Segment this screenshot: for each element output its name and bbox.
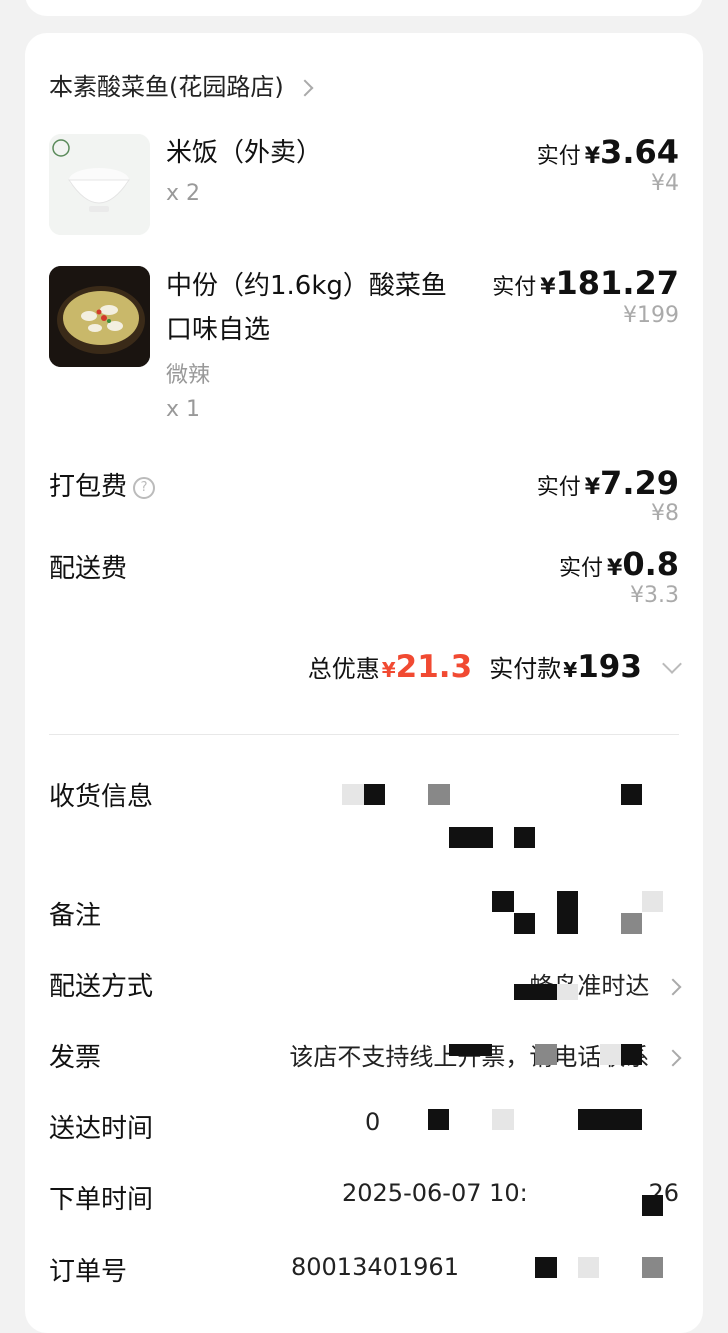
packing-fee-label: 打包费? <box>49 466 156 503</box>
shop-header[interactable]: 本素酸菜鱼(花园路店) <box>49 67 314 102</box>
rice-bowl-image <box>49 134 150 235</box>
order-detail-card: 本素酸菜鱼(花园路店) 米饭（外卖） x 2 实付 ¥3.64 ¥4 中份（约1… <box>25 33 703 1333</box>
order-time-value: 2025-06-07 10: <box>342 1179 528 1207</box>
delivery-fee-original: ¥3.3 <box>630 583 679 608</box>
item-quantity: x 2 <box>166 181 201 206</box>
item-paid-price: 实付 ¥3.64 <box>536 133 679 171</box>
order-number-value: 80013401961 <box>291 1253 459 1281</box>
order-number-label: 订单号 <box>49 1257 128 1287</box>
order-summary[interactable]: 总优惠 ¥21.3 实付款 ¥193 <box>308 649 682 685</box>
item-quantity: x 1 <box>166 397 201 422</box>
arrival-time-value: 0 <box>365 1108 381 1136</box>
item-name: 中份（约1.6kg）酸菜鱼 口味自选 <box>166 271 447 345</box>
shop-name: 本素酸菜鱼(花园路店) <box>49 73 284 101</box>
delivery-method-label: 配送方式 <box>49 972 154 1002</box>
item-original-price: ¥199 <box>623 303 679 328</box>
item-name: 米饭（外卖） <box>166 138 323 168</box>
packing-fee-paid: 实付 ¥7.29 <box>536 464 679 502</box>
item-paid-price: 实付 ¥181.27 <box>492 264 679 302</box>
order-time-label: 下单时间 <box>49 1185 154 1215</box>
chevron-right-icon <box>296 79 314 97</box>
divider <box>49 734 679 735</box>
address-label: 收货信息 <box>49 782 154 812</box>
delivery-fee-paid: 实付 ¥0.8 <box>558 545 679 583</box>
rice-thumbnail[interactable] <box>49 134 150 235</box>
arrival-time-label: 送达时间 <box>49 1114 154 1144</box>
fish-thumbnail[interactable] <box>49 266 150 367</box>
delivery-fee-label: 配送费 <box>49 554 128 584</box>
invoice-label: 发票 <box>49 1043 102 1073</box>
fish-dish-image <box>49 266 150 367</box>
item-spec: 微辣 <box>166 363 211 388</box>
chevron-down-icon[interactable] <box>662 654 682 674</box>
previous-card <box>25 0 703 16</box>
help-icon[interactable]: ? <box>133 476 156 499</box>
total-discount: 21.3 <box>395 649 473 685</box>
total-paid: 193 <box>577 649 642 685</box>
note-label: 备注 <box>49 901 102 931</box>
packing-fee-original: ¥8 <box>651 501 679 526</box>
chevron-right-icon <box>664 1049 682 1067</box>
chevron-right-icon <box>664 978 682 996</box>
item-original-price: ¥4 <box>651 171 679 196</box>
